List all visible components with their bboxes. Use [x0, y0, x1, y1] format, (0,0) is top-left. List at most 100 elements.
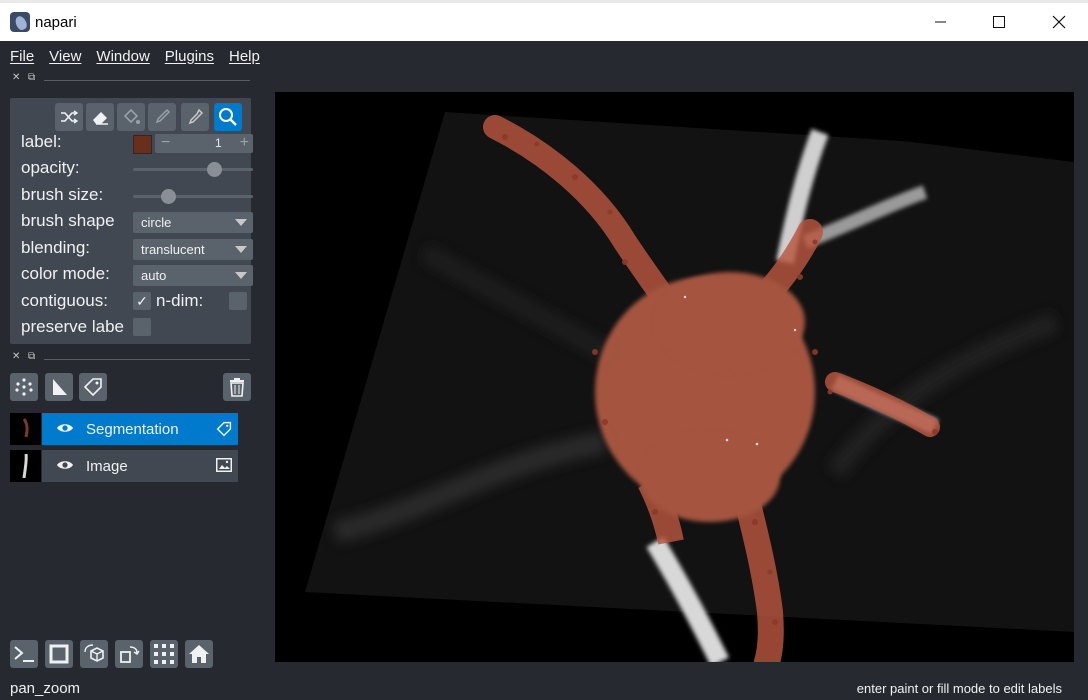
- toggle-ndisplay-button[interactable]: [45, 640, 73, 668]
- preserve-labels-caption: preserve labe: [21, 317, 125, 336]
- menu-file[interactable]: File: [10, 48, 34, 65]
- new-labels-layer-button[interactable]: [79, 373, 107, 401]
- napari-logo-icon: [10, 12, 30, 32]
- image-view: [305, 92, 1074, 662]
- layer-row-segmentation[interactable]: Segmentation: [10, 413, 238, 445]
- shapes-icon: [53, 379, 67, 395]
- picker-icon: [188, 108, 204, 125]
- shuffle-icon: [61, 110, 78, 124]
- color-mode-value: auto: [141, 268, 167, 283]
- grid-mode-button[interactable]: [150, 640, 178, 668]
- status-mode: pan_zoom: [10, 680, 81, 697]
- menu-plugins[interactable]: Plugins: [165, 48, 214, 65]
- close-dock-icon[interactable]: ✕: [12, 351, 20, 362]
- float-dock-icon[interactable]: ⧉: [28, 72, 35, 83]
- color-mode-dropdown[interactable]: auto: [133, 265, 253, 286]
- close-window-button[interactable]: [1030, 3, 1088, 41]
- grid-icon: [154, 644, 174, 664]
- pan-zoom-icon: [219, 108, 237, 126]
- opacity-caption: opacity:: [21, 158, 80, 177]
- blending-row: blending: translucent: [21, 238, 253, 260]
- menu-bar: File View Window Plugins Help: [0, 41, 1088, 71]
- menu-view[interactable]: View: [49, 48, 81, 65]
- roll-dimensions-button[interactable]: [80, 640, 108, 668]
- color-mode-caption: color mode:: [21, 264, 110, 283]
- layer-thumbnail: [10, 413, 41, 445]
- chevron-down-icon: [235, 272, 247, 279]
- brush-shape-dropdown[interactable]: circle: [133, 212, 253, 233]
- labels-layer-type-icon: [216, 421, 232, 437]
- layer-list-dock-handle: ✕ ⧉: [10, 351, 250, 365]
- brush-shape-caption: brush shape: [21, 211, 115, 230]
- layer-controls-dock-handle: ✕ ⧉: [10, 72, 250, 86]
- delete-layer-button[interactable]: [223, 373, 251, 401]
- erase-button[interactable]: [86, 103, 114, 131]
- close-dock-icon[interactable]: ✕: [12, 72, 20, 83]
- brush-size-row: brush size:: [21, 185, 253, 207]
- console-button[interactable]: [10, 640, 38, 668]
- preserve-labels-checkbox[interactable]: [133, 318, 151, 336]
- ndim-checkbox[interactable]: [229, 292, 247, 310]
- label-caption: label:: [21, 132, 62, 151]
- new-shapes-layer-button[interactable]: [45, 373, 73, 401]
- points-icon: [15, 378, 33, 396]
- image-layer-type-icon: [216, 458, 232, 472]
- preserve-labels-row: preserve labe: [21, 317, 253, 339]
- transpose-icon: [120, 646, 140, 663]
- label-row: label: − 1 +: [21, 132, 253, 154]
- cube-roll-icon: [84, 644, 104, 662]
- brush-shape-value: circle: [141, 215, 172, 230]
- paint-button[interactable]: [148, 103, 176, 131]
- label-spinbox[interactable]: − 1 +: [155, 134, 253, 153]
- contiguous-caption: contiguous:: [21, 291, 108, 310]
- dock-divider: [44, 359, 250, 360]
- paint-icon: [155, 108, 171, 124]
- transpose-dimensions-button[interactable]: [115, 640, 143, 668]
- eye-icon[interactable]: [56, 421, 74, 435]
- pan-zoom-button[interactable]: [214, 103, 242, 131]
- title-bar: napari: [0, 0, 1088, 41]
- reset-view-button[interactable]: [185, 640, 213, 668]
- eye-icon[interactable]: [56, 458, 74, 472]
- tag-icon: [83, 378, 102, 397]
- opacity-row: opacity:: [21, 158, 253, 180]
- status-hint: enter paint or fill mode to edit labels: [856, 681, 1062, 696]
- contiguous-checkbox[interactable]: ✓: [133, 292, 151, 310]
- decrement-label-button[interactable]: −: [161, 134, 170, 152]
- square-icon: [49, 644, 69, 664]
- label-color-swatch: [133, 135, 152, 154]
- minimize-button[interactable]: [912, 3, 970, 41]
- maximize-button[interactable]: [970, 3, 1028, 41]
- opacity-slider[interactable]: [133, 162, 253, 177]
- brush-size-caption: brush size:: [21, 185, 104, 204]
- chevron-down-icon: [235, 219, 247, 226]
- dock-divider: [44, 80, 250, 81]
- home-icon: [189, 645, 209, 663]
- menu-help[interactable]: Help: [229, 48, 260, 65]
- viewer-canvas[interactable]: [275, 92, 1074, 662]
- brush-size-slider-handle[interactable]: [161, 189, 177, 204]
- increment-label-button[interactable]: +: [240, 134, 249, 152]
- console-icon: [14, 646, 34, 662]
- layer-name[interactable]: Segmentation: [86, 421, 179, 438]
- trash-icon: [230, 378, 244, 397]
- ndim-caption: n-dim:: [156, 291, 204, 310]
- layer-name[interactable]: Image: [86, 458, 128, 475]
- label-value: 1: [215, 136, 222, 150]
- shuffle-colors-button[interactable]: [55, 103, 83, 131]
- layer-row-image[interactable]: Image: [10, 450, 238, 482]
- pick-color-button[interactable]: [181, 103, 209, 131]
- blending-value: translucent: [141, 242, 205, 257]
- blending-caption: blending:: [21, 238, 91, 257]
- brush-shape-row: brush shape circle: [21, 211, 253, 233]
- brush-size-slider[interactable]: [133, 189, 253, 204]
- opacity-slider-handle[interactable]: [206, 162, 222, 177]
- new-points-layer-button[interactable]: [10, 373, 38, 401]
- fill-icon: [123, 108, 140, 124]
- fill-button[interactable]: [117, 103, 145, 131]
- checkmark-icon: ✓: [136, 292, 148, 309]
- blending-dropdown[interactable]: translucent: [133, 239, 253, 260]
- float-dock-icon[interactable]: ⧉: [28, 351, 35, 362]
- menu-window[interactable]: Window: [96, 48, 149, 65]
- chevron-down-icon: [235, 246, 247, 253]
